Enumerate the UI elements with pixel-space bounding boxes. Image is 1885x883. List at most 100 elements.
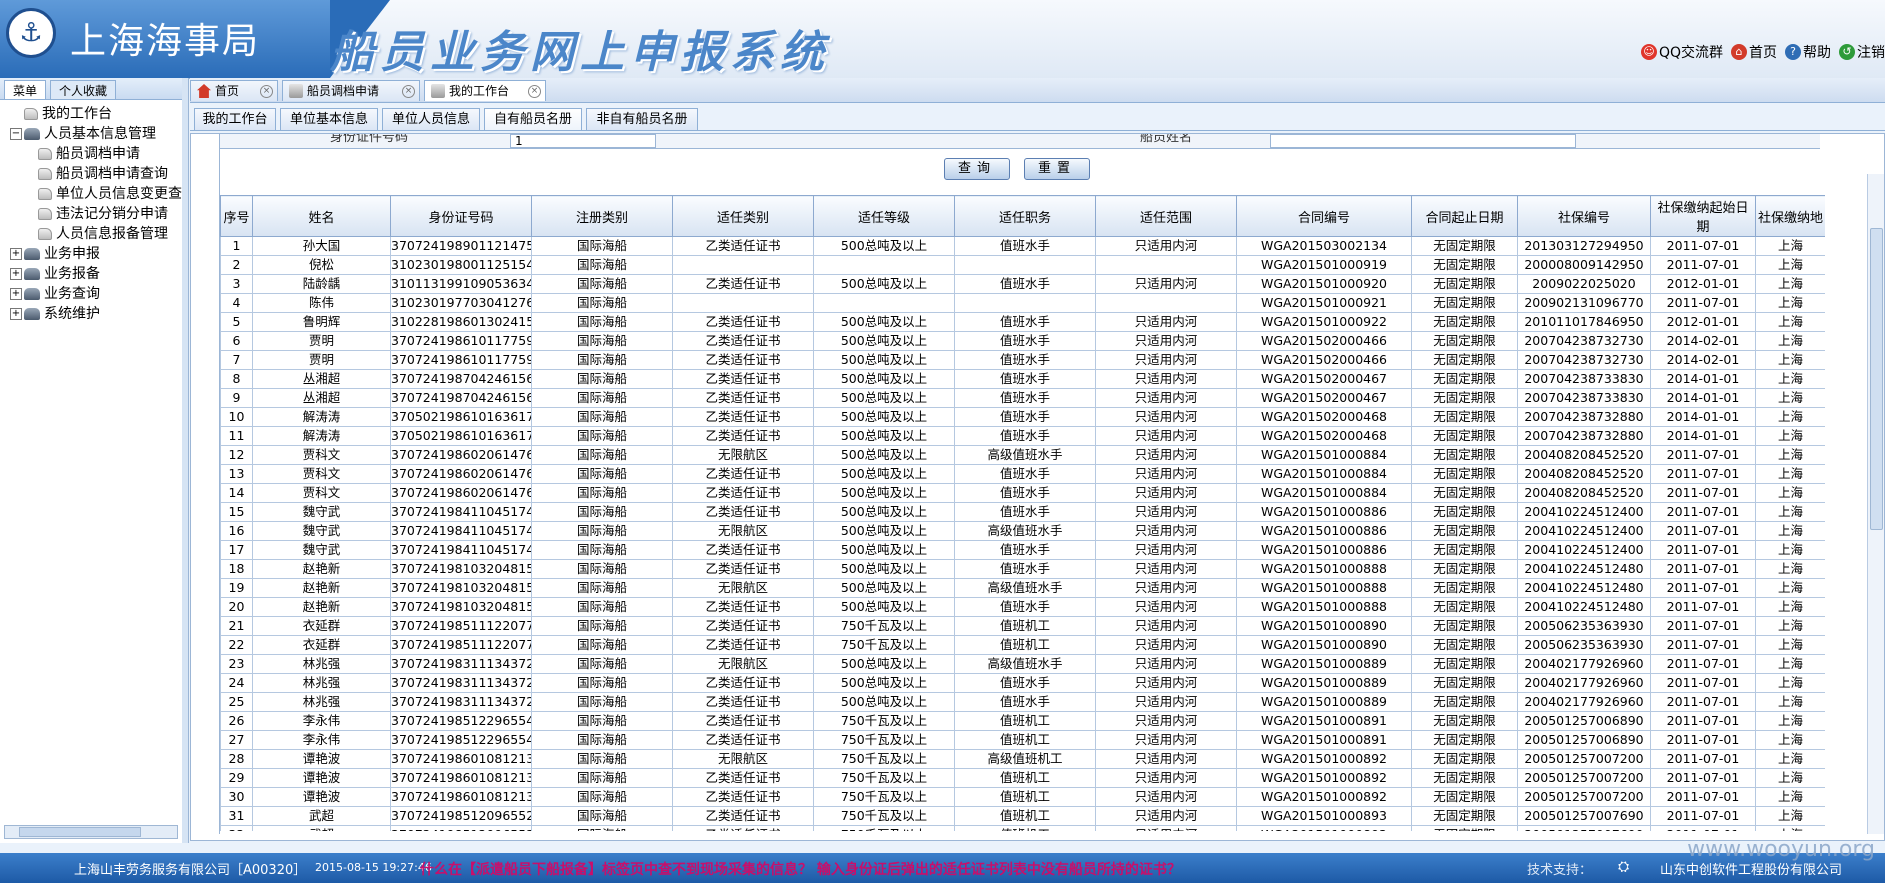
table-row[interactable]: 9 丛湘超 370724198704246156 国际海船 乙类适任证书 500总吨及以上…	[220, 388, 1825, 408]
expand-icon[interactable]: +	[10, 248, 22, 260]
menu-item[interactable]: 我的工作台	[4, 104, 182, 124]
collapse-icon[interactable]: −	[10, 128, 22, 140]
top-link-help[interactable]: ? 帮助	[1785, 42, 1831, 62]
page-icon	[24, 108, 38, 120]
table-row[interactable]: 21 衣延群 370724198511122077 国际海船 乙类适任证书 750千瓦及以…	[220, 616, 1825, 636]
menu-item[interactable]: 单位人员信息变更查	[4, 184, 182, 204]
table-row[interactable]: 25 林兆强 370724198311134372 国际海船 乙类适任证书 500总吨及以…	[220, 692, 1825, 712]
column-header[interactable]: 社保缴纳起始日期	[1650, 195, 1756, 237]
table-cell: 21	[220, 616, 253, 636]
reset-button[interactable]: 重置	[1024, 158, 1090, 180]
table-cell: 200408208452520	[1517, 464, 1651, 484]
menu-item[interactable]: 违法记分销分申请	[4, 204, 182, 224]
column-header[interactable]: 适任职务	[954, 195, 1096, 237]
table-cell: 370724198704246156	[390, 369, 532, 389]
table-cell: 上海	[1755, 483, 1825, 503]
sidebar-splitter[interactable]	[182, 78, 189, 843]
table-row[interactable]: 11 解涛涛 370502198610163617 国际海船 乙类适任证书 500总吨及以…	[220, 426, 1825, 446]
column-header[interactable]: 注册类别	[531, 195, 673, 237]
page-tab[interactable]: 首页 ×	[190, 80, 278, 101]
column-header[interactable]: 合同起止日期	[1411, 195, 1518, 237]
table-row[interactable]: 26 李永伟 370724198512296554 国际海船 乙类适任证书 750千瓦及以…	[220, 711, 1825, 731]
table-row[interactable]: 14 贾科文 370724198602061476 国际海船 乙类适任证书 500总吨及以…	[220, 483, 1825, 503]
table-row[interactable]: 15 魏守武 370724198411045174 国际海船 乙类适任证书 500总吨及以…	[220, 502, 1825, 522]
table-row[interactable]: 19 赵艳新 370724198103204815 国际海船 无限航区 500总吨及以上高…	[220, 578, 1825, 598]
id-number-input[interactable]: 1	[510, 134, 656, 148]
column-header[interactable]: 序号	[220, 195, 253, 237]
table-row[interactable]: 31 武超 370724198512096552 国际海船 乙类适任证书 750千瓦及以上…	[220, 806, 1825, 826]
close-icon[interactable]: ×	[528, 85, 541, 98]
column-header[interactable]: 社保缴纳地	[1755, 195, 1825, 237]
table-row[interactable]: 27 李永伟 370724198512296554 国际海船 乙类适任证书 750千瓦及以…	[220, 730, 1825, 750]
menu-item[interactable]: + 业务申报	[4, 244, 182, 264]
column-header[interactable]: 适任等级	[813, 195, 955, 237]
table-row[interactable]: 18 赵艳新 370724198103204815 国际海船 乙类适任证书 500总吨及以…	[220, 559, 1825, 579]
menu-item[interactable]: + 业务查询	[4, 284, 182, 304]
table-row[interactable]: 4 陈伟 310230197703041276 国际海船 WGA201501000921…	[220, 293, 1825, 313]
sidebar-scroll-thumb[interactable]	[19, 827, 141, 837]
crew-name-input[interactable]	[1270, 134, 1576, 148]
table-row[interactable]: 20 赵艳新 370724198103204815 国际海船 乙类适任证书 500总吨及以…	[220, 597, 1825, 617]
table-row[interactable]: 29 谭艳波 370724198601081213 国际海船 乙类适任证书 750千瓦及以…	[220, 768, 1825, 788]
tab-menu[interactable]: 菜单	[4, 80, 47, 99]
search-button[interactable]: 查询	[944, 158, 1010, 180]
table-row[interactable]: 3 陆龄龋 310113199109053634 国际海船 乙类适任证书 500总吨及以上…	[220, 274, 1825, 294]
sub-tab[interactable]: 单位基本信息	[280, 108, 378, 130]
table-row[interactable]: 24 林兆强 370724198311134372 国际海船 乙类适任证书 500总吨及以…	[220, 673, 1825, 693]
table-row[interactable]: 1 孙大国 370724198901121475 国际海船 乙类适任证书 500总吨及以上…	[220, 236, 1825, 256]
sub-tab[interactable]: 单位人员信息	[382, 108, 480, 130]
table-row[interactable]: 28 谭艳波 370724198601081213 国际海船 无限航区 750千瓦及以上高…	[220, 749, 1825, 769]
top-link-logout[interactable]: ↺ 注销	[1839, 42, 1885, 62]
table-row[interactable]: 8 丛湘超 370724198704246156 国际海船 乙类适任证书 500总吨及以上…	[220, 369, 1825, 389]
notice-marquee[interactable]: 什么在【派遣船员下船报备】标签页中查不到现场采集的信息？ 输入身份证后弹出的适任…	[420, 859, 1181, 879]
column-header[interactable]: 身份证号码	[390, 195, 532, 237]
column-header[interactable]: 姓名	[252, 195, 391, 237]
table-row[interactable]: 6 贾明 370724198610117759 国际海船 乙类适任证书 500总吨及以上值…	[220, 331, 1825, 351]
menu-item[interactable]: 人员信息报备管理	[4, 224, 182, 244]
content-scroll-thumb[interactable]	[1870, 228, 1883, 530]
table-row[interactable]: 30 谭艳波 370724198601081213 国际海船 乙类适任证书 750千瓦及以…	[220, 787, 1825, 807]
tab-favorites[interactable]: 个人收藏	[50, 80, 117, 99]
menu-item[interactable]: + 业务报备	[4, 264, 182, 284]
table-cell: 20	[220, 597, 253, 617]
table-row[interactable]: 7 贾明 370724198610117759 国际海船 乙类适任证书 500总吨及以上值…	[220, 350, 1825, 370]
home-icon: ⌂	[1731, 44, 1747, 60]
column-header[interactable]: 适任类别	[672, 195, 814, 237]
page-tab-label: 首页	[215, 84, 240, 98]
column-header[interactable]: 社保编号	[1517, 195, 1651, 237]
table-cell: WGA201501000891	[1236, 711, 1412, 731]
close-icon[interactable]: ×	[260, 85, 273, 98]
sub-tab[interactable]: 自有船员名册	[484, 108, 582, 130]
table-row[interactable]: 10 解涛涛 370502198610163617 国际海船 乙类适任证书 500总吨及以…	[220, 407, 1825, 427]
sub-tab[interactable]: 非自有船员名册	[586, 108, 698, 130]
table-row[interactable]: 22 衣延群 370724198511122077 国际海船 乙类适任证书 750千瓦及以…	[220, 635, 1825, 655]
table-row[interactable]: 17 魏守武 370724198411045174 国际海船 乙类适任证书 500总吨及以…	[220, 540, 1825, 560]
table-cell: 24	[220, 673, 253, 693]
top-link-home[interactable]: ⌂ 首页	[1731, 42, 1777, 62]
table-row[interactable]: 2 倪松 310230198001125154 国际海船 WGA201501000919…	[220, 255, 1825, 275]
table-row[interactable]: 5 鲁明辉 310228198601302415 国际海船 乙类适任证书 500总吨及以上…	[220, 312, 1825, 332]
sub-tab[interactable]: 我的工作台	[194, 108, 276, 130]
menu-item[interactable]: − 人员基本信息管理	[4, 124, 182, 144]
menu-item[interactable]: 船员调档申请查询	[4, 164, 182, 184]
top-link-qq[interactable]: ☺ QQ交流群	[1640, 42, 1723, 62]
column-header[interactable]: 合同编号	[1236, 195, 1412, 237]
page-tab[interactable]: 我的工作台 ×	[424, 80, 546, 101]
menu-item[interactable]: 船员调档申请	[4, 144, 182, 164]
table-row[interactable]: 13 贾科文 370724198602061476 国际海船 乙类适任证书 500总吨及以…	[220, 464, 1825, 484]
table-row[interactable]: 23 林兆强 370724198311134372 国际海船 无限航区 500总吨及以上高…	[220, 654, 1825, 674]
expand-icon[interactable]: +	[10, 268, 22, 280]
table-row[interactable]: 16 魏守武 370724198411045174 国际海船 无限航区 500总吨及以上高…	[220, 521, 1825, 541]
table-cell: 750千瓦及以上	[813, 749, 955, 769]
expand-icon[interactable]: +	[10, 288, 22, 300]
page-tab[interactable]: 船员调档申请 ×	[282, 80, 420, 101]
expand-icon[interactable]: +	[10, 308, 22, 320]
table-cell: 无固定期限	[1411, 293, 1518, 313]
column-header[interactable]: 适任范围	[1095, 195, 1237, 237]
sidebar-hscrollbar[interactable]	[4, 825, 178, 839]
table-row[interactable]: 32武超370724198512096552国际海船乙类适任证书750千瓦及以上…	[220, 825, 1825, 831]
table-row[interactable]: 12 贾科文 370724198602061476 国际海船 无限航区 500总吨及以上高…	[220, 445, 1825, 465]
content-vscrollbar[interactable]	[1867, 174, 1884, 834]
close-icon[interactable]: ×	[402, 85, 415, 98]
menu-item[interactable]: + 系统维护	[4, 304, 182, 324]
